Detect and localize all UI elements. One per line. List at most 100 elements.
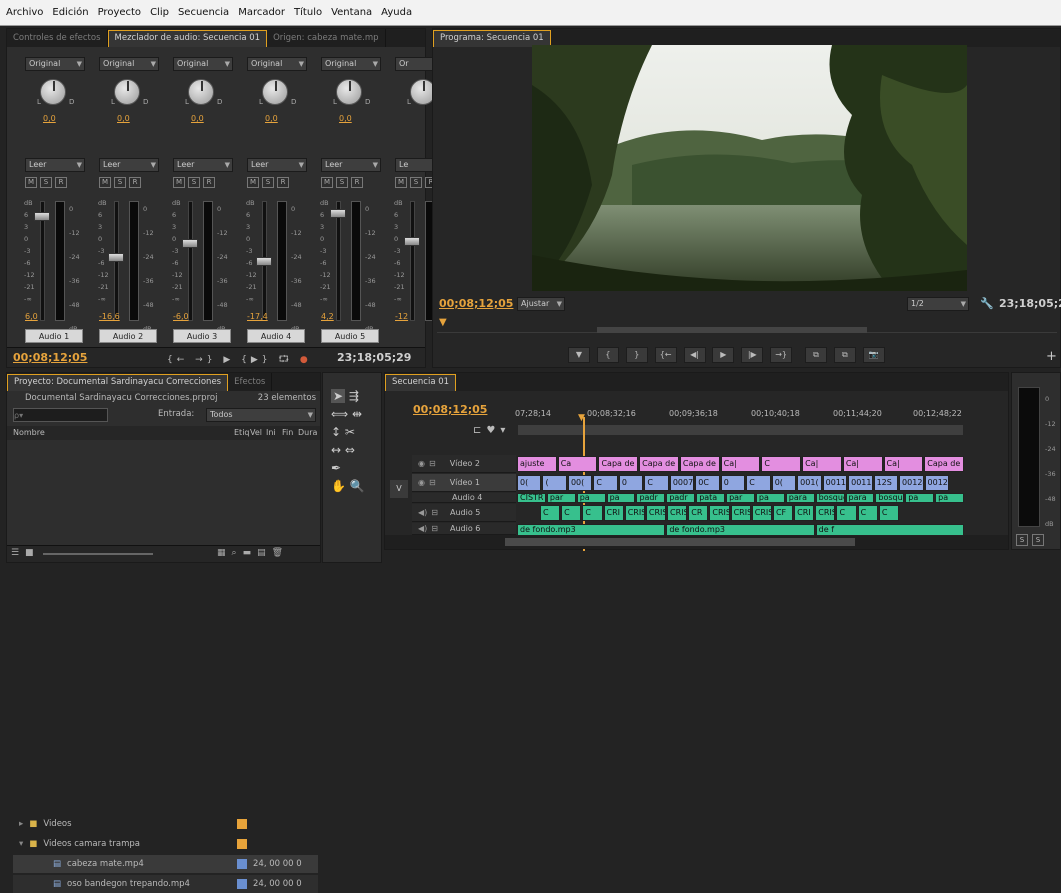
pan-value[interactable]: 0,0 [339,114,352,123]
timeline-clip[interactable]: C [878,505,899,521]
record-enable-button[interactable]: R [55,177,67,188]
record-icon[interactable]: ● [300,355,312,365]
automation-select[interactable]: Leer ▼ [173,158,233,172]
volume-value[interactable]: -16,6 [99,312,120,321]
pan-knob[interactable] [114,79,140,105]
scrollbar-thumb[interactable] [505,538,855,546]
zoom-select[interactable]: Ajustar ▼ [517,297,565,311]
channel-mode-select[interactable]: Original ▼ [25,57,85,71]
track-header-audio4[interactable]: Audio 4 [412,493,516,503]
solo-button[interactable]: S [114,177,126,188]
razor-tool-icon[interactable]: ✂ [345,425,355,439]
pan-value[interactable]: 0,0 [117,114,130,123]
timeline-clip[interactable]: CRIS [730,505,751,521]
solo-button[interactable]: S [262,177,274,188]
playhead-icon[interactable]: ▼ [439,317,447,328]
timeline-clip[interactable]: CRI [794,505,815,521]
timeline-clip[interactable]: para [785,493,815,503]
timeline-clip[interactable]: C [582,505,603,521]
slip-tool-icon[interactable]: ↔ [331,443,341,457]
menu-secuencia[interactable]: Secuencia [178,7,229,18]
timeline-clip[interactable]: CISTR [517,493,546,503]
icon-view-icon[interactable]: ■ [25,548,34,558]
volume-fader-track[interactable] [188,201,193,321]
timeline-clip[interactable]: 00118 [848,475,873,491]
timeline-clip[interactable]: pata [696,493,726,503]
wrench-icon[interactable]: 🔧 [980,297,994,310]
automation-select[interactable]: Leer ▼ [321,158,381,172]
speaker-icon[interactable]: ◀) [412,524,427,533]
marker-icon[interactable]: ♥ [486,425,500,436]
entry-select[interactable]: Todos ▼ [206,408,316,422]
lift-button[interactable]: ⧉ [805,347,827,363]
timeline-clip[interactable]: Capa de ajus [639,456,679,472]
track-header-video1[interactable]: ◉ ⊟ Vídeo 1 [412,474,516,492]
channel-mode-select[interactable]: Original ▼ [173,57,233,71]
export-frame-button[interactable]: 📷 [862,347,885,363]
list-item[interactable]: ▾ ■ Videos camara trampa [13,835,318,853]
mark-in-button[interactable]: { [596,347,619,363]
channel-mode-select[interactable]: Original ▼ [247,57,307,71]
timeline-clip[interactable]: para [845,493,875,503]
column-etiq[interactable]: Etiq [234,426,250,440]
expand-icon[interactable]: ▸ [13,819,23,829]
volume-fader-handle[interactable] [330,209,346,218]
timeline-clip[interactable]: Ca| [802,456,842,472]
tab-effects[interactable]: Efectos [228,373,273,391]
column-nombre[interactable]: Nombre [13,426,45,440]
mark-in-icon[interactable]: {← [167,355,188,365]
menu-edicion[interactable]: Edición [52,7,88,18]
menu-proyecto[interactable]: Proyecto [98,7,141,18]
timeline-clip[interactable]: ( [542,475,567,491]
timeline-clip[interactable]: CRIS [751,505,772,521]
timeline-clip[interactable]: Ca [557,456,598,472]
pan-value[interactable]: 0,0 [265,114,278,123]
timeline-clip[interactable]: CRIS.WA [667,505,688,521]
automate-icon[interactable]: ▦ [217,548,232,558]
volume-fader-handle[interactable] [182,239,198,248]
volume-fader-handle[interactable] [256,257,272,266]
mute-button[interactable]: M [247,177,259,188]
timeline-clip[interactable]: C [644,475,669,491]
timeline-clip[interactable]: 12S [873,475,899,491]
zoom-scrollbar[interactable] [597,327,867,333]
play-button[interactable]: ▶ [712,347,735,363]
timeline-clip[interactable]: C [836,505,857,521]
lock-icon[interactable]: ⊟ [425,478,436,487]
timeline-clip[interactable]: 001( [797,475,822,491]
video-frame[interactable] [532,45,967,291]
menu-ventana[interactable]: Ventana [331,7,372,18]
solo-button[interactable]: S [40,177,52,188]
timeline-clip[interactable]: de fondo.mp3 [517,524,666,536]
timeline-clip[interactable]: CRI [603,505,624,521]
timeline-clip[interactable]: ajuste [517,456,557,472]
timeline-clip[interactable]: 0011 [822,475,848,491]
loop-icon[interactable]: ⮔ [278,355,293,365]
tab-effect-controls[interactable]: Controles de efectos [7,29,108,47]
timeline-clip[interactable]: 0 [618,475,644,491]
timeline-clip[interactable]: C [857,505,878,521]
solo-button[interactable]: S [188,177,200,188]
tab-audio-mixer[interactable]: Mezclador de audio: Secuencia 01 [107,29,268,47]
slide-tool-icon[interactable]: ⇔ [345,443,355,457]
play-in-out-icon[interactable]: {▶} [241,355,271,365]
timeline-clip[interactable]: C [761,456,802,472]
go-to-in-button[interactable]: {← [654,347,677,363]
channel-mode-select[interactable]: Original ▼ [99,57,159,71]
timeline-clip[interactable]: padr [636,493,666,503]
timeline-clip[interactable]: padr [666,493,696,503]
timeline-scrollbar[interactable] [385,535,1008,549]
list-view-icon[interactable]: ☰ [11,548,19,558]
mark-out-icon[interactable]: →} [195,355,216,365]
record-enable-button[interactable]: R [277,177,289,188]
volume-value[interactable]: -17,4 [247,312,268,321]
mute-button[interactable]: M [321,177,333,188]
timeline-clip[interactable]: pa [606,493,636,503]
search-icon[interactable]: ⌕ [232,548,243,558]
step-back-button[interactable]: ◀| [683,347,706,363]
mixer-timecode-current[interactable]: 00;08;12;05 [13,351,87,364]
ripple-edit-tool-icon[interactable]: ⟺ [331,407,348,421]
timeline-clip[interactable]: pa [905,493,935,503]
step-forward-button[interactable]: |▶ [741,347,764,363]
timeline-clip[interactable]: Ca| [720,456,761,472]
